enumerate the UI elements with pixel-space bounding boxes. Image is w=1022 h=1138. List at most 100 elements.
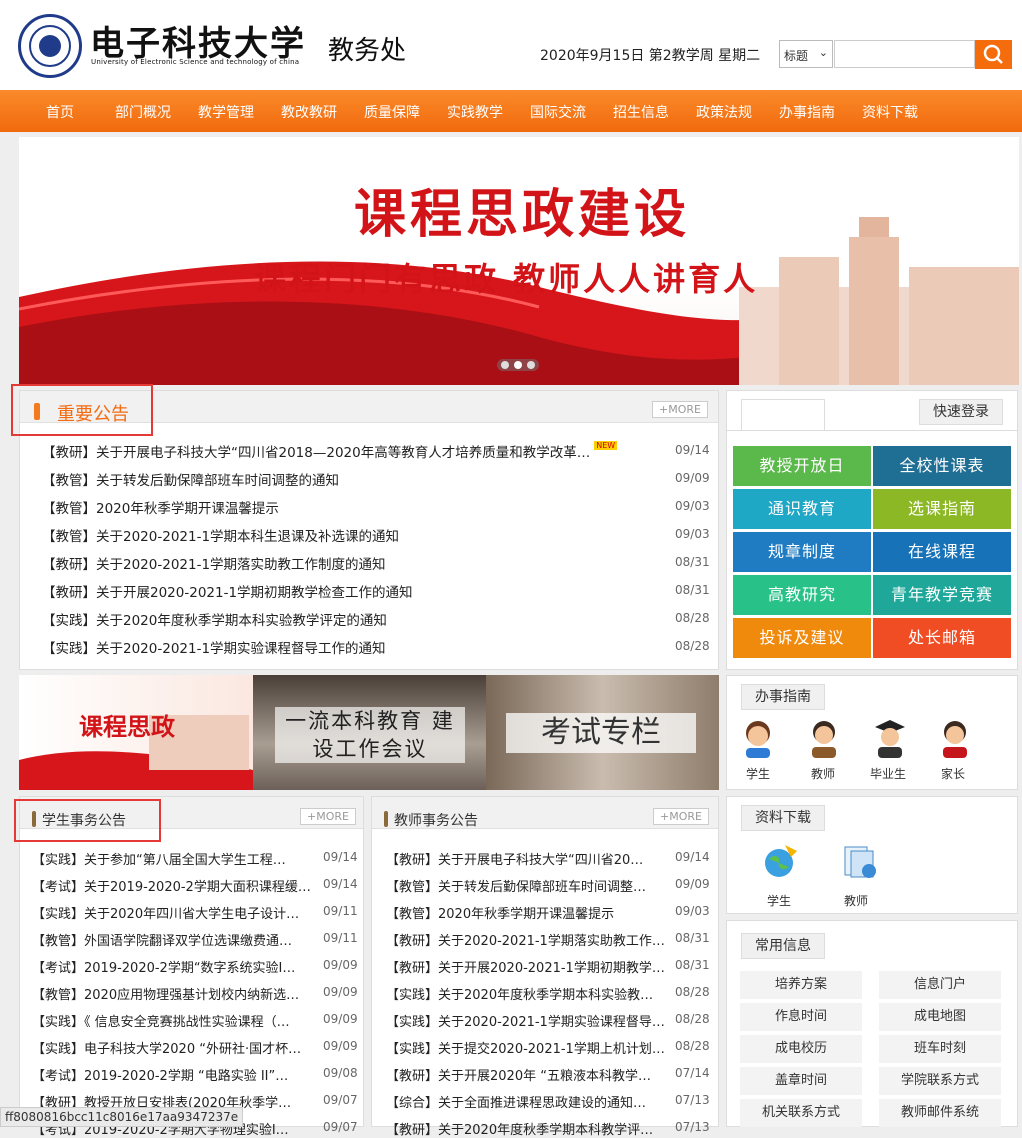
carousel-dot-active[interactable] bbox=[514, 361, 522, 369]
teacher-notices-panel: 教师事务公告 +MORE 【教研】关于开展电子科技大学“四川省20… 09/14… bbox=[371, 796, 719, 1138]
nav-policy[interactable]: 政策法规 bbox=[696, 102, 752, 122]
student-notice-row[interactable]: 【实践】关于2020年四川省大学生电子设计… bbox=[32, 903, 324, 922]
notice-row[interactable]: 【教研】关于2020-2021-1学期落实助教工作制度的通知 bbox=[42, 553, 667, 573]
notice-link[interactable]: 【教研】关于开展电子科技大学“四川省2018—2020年高等教育人才培养质量和教… bbox=[42, 445, 590, 461]
notice-row[interactable]: 【教管】关于2020-2021-1学期本科生退课及补选课的通知 bbox=[42, 525, 667, 545]
nav-about[interactable]: 部门概况 bbox=[115, 102, 171, 122]
teacher-notice-row[interactable]: 【实践】关于提交2020-2021-1学期上机计划… bbox=[386, 1038, 672, 1057]
guide-graduate-label[interactable]: 毕业生 bbox=[870, 765, 906, 782]
teacher-notice-row[interactable]: 【教研】关于2020年度秋季学期本科教学评… bbox=[386, 1119, 672, 1138]
search-type-select[interactable]: 标题 ⌄ bbox=[779, 40, 833, 68]
teacher-notice-date: 07/13 bbox=[675, 1120, 710, 1134]
nav-practice[interactable]: 实践教学 bbox=[447, 102, 503, 122]
tile-director-mailbox[interactable]: 处长邮箱 bbox=[873, 618, 1011, 658]
notice-date: 09/09 bbox=[675, 471, 710, 485]
info-teacher-mail[interactable]: 教师邮件系统 bbox=[879, 1099, 1001, 1127]
tile-complaints[interactable]: 投诉及建议 bbox=[733, 618, 871, 658]
teacher-notice-row[interactable]: 【综合】关于全面推进课程思政建设的通知… bbox=[386, 1092, 672, 1111]
tile-course-guide[interactable]: 选课指南 bbox=[873, 489, 1011, 529]
tile-research[interactable]: 高教研究 bbox=[733, 575, 871, 615]
info-bus-schedule[interactable]: 班车时刻 bbox=[879, 1035, 1001, 1063]
tile-regulations[interactable]: 规章制度 bbox=[733, 532, 871, 572]
promo-exam[interactable]: 考试专栏 bbox=[486, 675, 719, 790]
student-notice-row[interactable]: 【教管】外国语学院翻译双学位选课缴费通… bbox=[32, 930, 324, 949]
nav-download[interactable]: 资料下载 bbox=[862, 102, 918, 122]
notice-date: 08/31 bbox=[675, 583, 710, 597]
tab-blank[interactable] bbox=[741, 399, 825, 431]
teacher-notice-row[interactable]: 【教研】关于2020-2021-1学期落实助教工作… bbox=[386, 930, 672, 949]
nav-teaching-mgmt[interactable]: 教学管理 bbox=[198, 102, 254, 122]
nav-guide[interactable]: 办事指南 bbox=[779, 102, 835, 122]
search-input[interactable] bbox=[834, 40, 975, 68]
student-notice-row[interactable]: 【实践】电子科技大学2020 “外研社·国才杯… bbox=[32, 1038, 324, 1057]
promo-curriculum[interactable]: 课程思政 bbox=[19, 675, 253, 790]
promo-conference[interactable]: 一流本科教育 建设工作会议 bbox=[253, 675, 486, 790]
notice-row[interactable]: 【实践】关于2020-2021-1学期实验课程督导工作的通知 bbox=[42, 637, 667, 657]
teacher-icon[interactable] bbox=[807, 718, 841, 758]
tile-online-courses[interactable]: 在线课程 bbox=[873, 532, 1011, 572]
guide-student-label[interactable]: 学生 bbox=[746, 765, 770, 782]
info-portal[interactable]: 信息门户 bbox=[879, 971, 1001, 999]
nav-international[interactable]: 国际交流 bbox=[530, 102, 586, 122]
common-info-panel: 常用信息 培养方案 信息门户 作息时间 成电地图 成电校历 班车时刻 盖章时间 … bbox=[726, 920, 1018, 1127]
status-bar-url: ff8080816bcc11c8016e17aa9347237e bbox=[0, 1107, 244, 1127]
student-notice-row[interactable]: 【考试】2019-2020-2学期“数字系统实验I… bbox=[32, 957, 324, 976]
teacher-notice-row[interactable]: 【教研】关于开展电子科技大学“四川省20… bbox=[386, 849, 672, 868]
nav-reform[interactable]: 教改教研 bbox=[281, 102, 337, 122]
promo-conference-label: 一流本科教育 建设工作会议 bbox=[275, 707, 465, 763]
student-notice-row[interactable]: 【教管】2020应用物理强基计划校内纳新选… bbox=[32, 984, 324, 1003]
university-seal-logo[interactable] bbox=[18, 14, 82, 78]
hero-banner[interactable]: 课程思政建设 课程门门有思政 教师人人讲育人 bbox=[19, 137, 1019, 385]
tile-schedule[interactable]: 全校性课表 bbox=[873, 446, 1011, 486]
student-notice-row[interactable]: 【实践】关于参加“第八届全国大学生工程… bbox=[32, 849, 324, 868]
nav-home[interactable]: 首页 bbox=[46, 102, 74, 122]
teacher-notice-date: 09/09 bbox=[675, 877, 710, 891]
teacher-notice-row[interactable]: 【教管】2020年秋季学期开课温馨提示 bbox=[386, 903, 672, 922]
info-schedule[interactable]: 作息时间 bbox=[740, 1003, 862, 1031]
graduate-icon[interactable] bbox=[873, 718, 907, 758]
parent-icon[interactable] bbox=[938, 718, 972, 758]
notice-row[interactable]: 【教研】关于开展电子科技大学“四川省2018—2020年高等教育人才培养质量和教… bbox=[42, 441, 667, 461]
guide-teacher-label[interactable]: 教师 bbox=[811, 765, 835, 782]
tab-quick-login[interactable]: 快速登录 bbox=[919, 399, 1003, 425]
carousel-dots[interactable] bbox=[497, 359, 539, 371]
student-icon[interactable] bbox=[741, 718, 775, 758]
info-calendar[interactable]: 成电校历 bbox=[740, 1035, 862, 1063]
notice-date: 09/03 bbox=[675, 527, 710, 541]
tile-general-education[interactable]: 通识教育 bbox=[733, 489, 871, 529]
student-download-icon[interactable] bbox=[761, 841, 801, 881]
notice-row[interactable]: 【实践】关于2020年度秋季学期本科实验教学评定的通知 bbox=[42, 609, 667, 629]
info-campus-map[interactable]: 成电地图 bbox=[879, 1003, 1001, 1031]
download-teacher-label[interactable]: 教师 bbox=[844, 892, 868, 909]
tile-professor-open-day[interactable]: 教授开放日 bbox=[733, 446, 871, 486]
teacher-notice-date: 08/28 bbox=[675, 1039, 710, 1053]
student-notice-row[interactable]: 【考试】2019-2020-2学期 “电路实验 II”… bbox=[32, 1065, 324, 1084]
notice-row[interactable]: 【教管】关于转发后勤保障部班车时间调整的通知 bbox=[42, 469, 667, 489]
teacher-notice-row[interactable]: 【实践】关于2020年度秋季学期本科实验教… bbox=[386, 984, 672, 1003]
info-training-plan[interactable]: 培养方案 bbox=[740, 971, 862, 999]
student-more-link[interactable]: +MORE bbox=[300, 808, 356, 825]
teacher-notice-row[interactable]: 【教研】关于开展2020年 “五粮液本科教学… bbox=[386, 1065, 672, 1084]
teacher-notice-row[interactable]: 【实践】关于2020-2021-1学期实验课程督导… bbox=[386, 1011, 672, 1030]
tile-teaching-contest[interactable]: 青年教学竞赛 bbox=[873, 575, 1011, 615]
info-stamp-time[interactable]: 盖章时间 bbox=[740, 1067, 862, 1095]
student-notice-row[interactable]: 【考试】关于2019-2020-2学期大面积课程缓… bbox=[32, 876, 324, 895]
nav-quality[interactable]: 质量保障 bbox=[364, 102, 420, 122]
search-button[interactable] bbox=[975, 40, 1012, 69]
carousel-dot[interactable] bbox=[501, 361, 509, 369]
notice-row[interactable]: 【教管】2020年秋季学期开课温馨提示 bbox=[42, 497, 667, 517]
info-college-contacts[interactable]: 学院联系方式 bbox=[879, 1067, 1001, 1095]
teacher-notice-row[interactable]: 【教研】关于开展2020-2021-1学期初期教学… bbox=[386, 957, 672, 976]
teacher-notice-row[interactable]: 【教管】关于转发后勤保障部班车时间调整… bbox=[386, 876, 672, 895]
guide-parent-label[interactable]: 家长 bbox=[941, 765, 965, 782]
info-office-contacts[interactable]: 机关联系方式 bbox=[740, 1099, 862, 1127]
important-more-link[interactable]: +MORE bbox=[652, 401, 708, 418]
nav-admission[interactable]: 招生信息 bbox=[613, 102, 669, 122]
teacher-more-link[interactable]: +MORE bbox=[653, 808, 709, 825]
student-notice-date: 09/14 bbox=[323, 877, 358, 891]
student-notice-row[interactable]: 【实践】《 信息安全竞赛挑战性实验课程（… bbox=[32, 1011, 324, 1030]
teacher-download-icon[interactable] bbox=[839, 841, 879, 881]
notice-row[interactable]: 【教研】关于开展2020-2021-1学期初期教学检查工作的通知 bbox=[42, 581, 667, 601]
download-student-label[interactable]: 学生 bbox=[767, 892, 791, 909]
carousel-dot[interactable] bbox=[527, 361, 535, 369]
